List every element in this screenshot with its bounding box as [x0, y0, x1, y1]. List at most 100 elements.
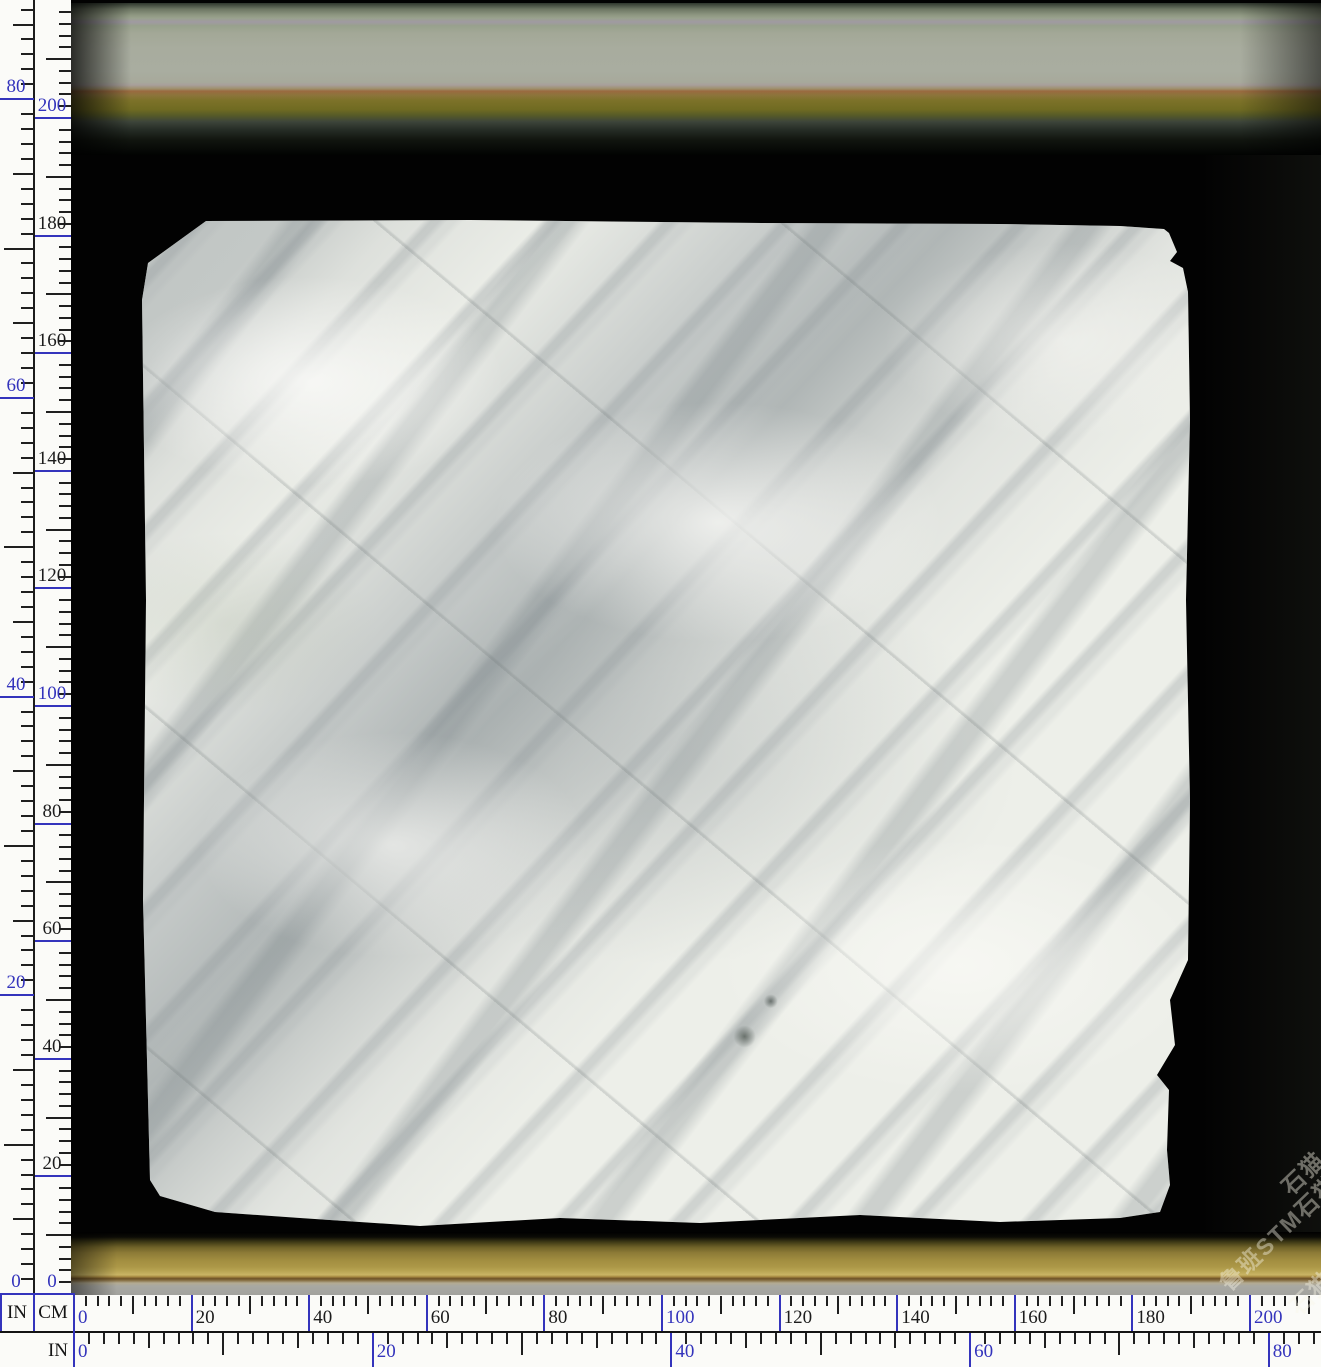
bottom-inch-tick: [163, 1333, 165, 1344]
bottom-cm-tick: [261, 1296, 263, 1306]
left-cm-tick: [59, 599, 71, 601]
left-cm-tick: [59, 1222, 71, 1224]
bottom-inch-tick: [581, 1333, 583, 1344]
left-inch-tick: [21, 935, 34, 937]
bottom-inch-tick: [850, 1333, 852, 1344]
bottom-cm-label: 40: [313, 1308, 332, 1328]
left-inch-tick: [21, 367, 34, 369]
left-cm-label: 80: [35, 802, 69, 822]
bottom-cm-tick: [990, 1296, 992, 1306]
left-inch-label: 20: [1, 973, 31, 993]
left-inch-tick: [13, 920, 34, 922]
bottom-cm-tick: [449, 1296, 451, 1306]
left-cm-tick: [46, 1234, 71, 1236]
left-cm-tick: [59, 129, 71, 131]
bottom-inch-tick: [267, 1333, 269, 1344]
bottom-cm-tick: [826, 1296, 828, 1306]
left-cm-gridline: [35, 470, 71, 472]
left-cm-tick: [59, 23, 71, 25]
corner-line-left: [0, 1293, 2, 1331]
left-cm-tick: [59, 964, 71, 966]
bottom-cm-tick: [1237, 1296, 1239, 1306]
bottom-inch-tick: [237, 1333, 239, 1344]
left-cm-tick: [59, 975, 71, 977]
left-cm-tick: [59, 11, 71, 13]
bottom-cm-tick: [508, 1296, 510, 1306]
bottom-inch-tick: [1104, 1333, 1106, 1344]
left-cm-tick: [59, 423, 71, 425]
bottom-inch-tick: [596, 1333, 598, 1348]
bottom-inch-tick: [312, 1333, 314, 1344]
bottom-cm-tick: [238, 1296, 240, 1306]
left-cm-tick: [46, 529, 71, 531]
left-inch-tick: [21, 427, 34, 429]
bottom-inch-tick: [491, 1333, 493, 1344]
left-cm-gridline: [35, 705, 71, 707]
bottom-cm-tick: [873, 1296, 875, 1306]
bottom-cm-tick: [108, 1296, 110, 1306]
left-inch-tick: [21, 352, 34, 354]
bottom-inch-tick: [342, 1333, 344, 1344]
bottom-inch-tick: [133, 1333, 135, 1344]
left-inch-tick: [21, 337, 34, 339]
left-cm-tick: [59, 1011, 71, 1013]
slab-scan-canvas: 0204060801001201401601802000204060800204…: [0, 0, 1321, 1367]
bottom-inch-label: 80: [1273, 1342, 1292, 1362]
bottom-cm-gridline: [1014, 1295, 1016, 1331]
left-inch-tick: [21, 38, 34, 40]
left-cm-gridline: [35, 1058, 71, 1060]
left-inch-tick: [4, 1144, 34, 1146]
bottom-inch-tick: [118, 1333, 120, 1344]
left-cm-tick: [46, 1117, 71, 1119]
bottom-cm-tick: [296, 1296, 298, 1306]
bottom-cm-gridline: [426, 1295, 428, 1331]
bottom-cm-tick: [155, 1296, 157, 1306]
bottom-cm-tick: [402, 1296, 404, 1306]
bottom-cm-tick: [649, 1296, 651, 1306]
left-cm-label: 60: [35, 919, 69, 939]
bottom-inch-tick: [865, 1333, 867, 1344]
left-cm-tick: [59, 752, 71, 754]
bottom-cm-tick: [1273, 1296, 1275, 1306]
bottom-inch-tick: [1014, 1333, 1016, 1344]
left-cm-tick: [46, 176, 71, 178]
bottom-cm-tick: [802, 1296, 804, 1306]
bottom-cm-tick: [520, 1296, 522, 1306]
bottom-inch-tick: [939, 1333, 941, 1344]
bottom-cm-tick: [1073, 1296, 1075, 1314]
bottom-inch-tick: [103, 1333, 105, 1344]
left-inch-tick: [21, 188, 34, 190]
left-inch-label: 40: [1, 675, 31, 695]
left-inch-tick: [21, 711, 34, 713]
left-inch-tick: [4, 546, 34, 548]
left-inch-label: 80: [1, 77, 31, 97]
bottom-cm-tick: [1061, 1296, 1063, 1306]
bottom-cm-label: 0: [78, 1308, 88, 1328]
left-cm-tick: [59, 70, 71, 72]
left-inch-tick: [21, 412, 34, 414]
left-cm-tick: [59, 658, 71, 660]
left-cm-tick: [59, 1081, 71, 1083]
left-cm-tick: [59, 870, 71, 872]
bottom-cm-tick: [1084, 1296, 1086, 1306]
left-inch-tick: [21, 1188, 34, 1190]
left-inch-tick: [21, 651, 34, 653]
left-cm-tick: [59, 623, 71, 625]
bottom-cm-gridline: [1131, 1295, 1133, 1331]
left-inch-tick: [21, 262, 34, 264]
left-cm-label: 0: [35, 1272, 69, 1292]
bottom-cm-tick: [555, 1296, 557, 1306]
left-inch-label: 0: [1, 1272, 31, 1292]
left-cm-tick: [59, 493, 71, 495]
bottom-cm-tick: [438, 1296, 440, 1306]
bottom-inch-tick: [1059, 1333, 1061, 1344]
bottom-cm-tick: [532, 1296, 534, 1306]
bottom-inch-tick: [879, 1333, 881, 1344]
left-cm-tick: [59, 987, 71, 989]
bottom-cm-tick: [461, 1296, 463, 1306]
bottom-cm-tick: [720, 1296, 722, 1314]
bottom-cm-tick: [708, 1296, 710, 1306]
left-inch-tick: [21, 1084, 34, 1086]
bottom-inch-label: 20: [377, 1342, 396, 1362]
left-inch-tick: [21, 68, 34, 70]
